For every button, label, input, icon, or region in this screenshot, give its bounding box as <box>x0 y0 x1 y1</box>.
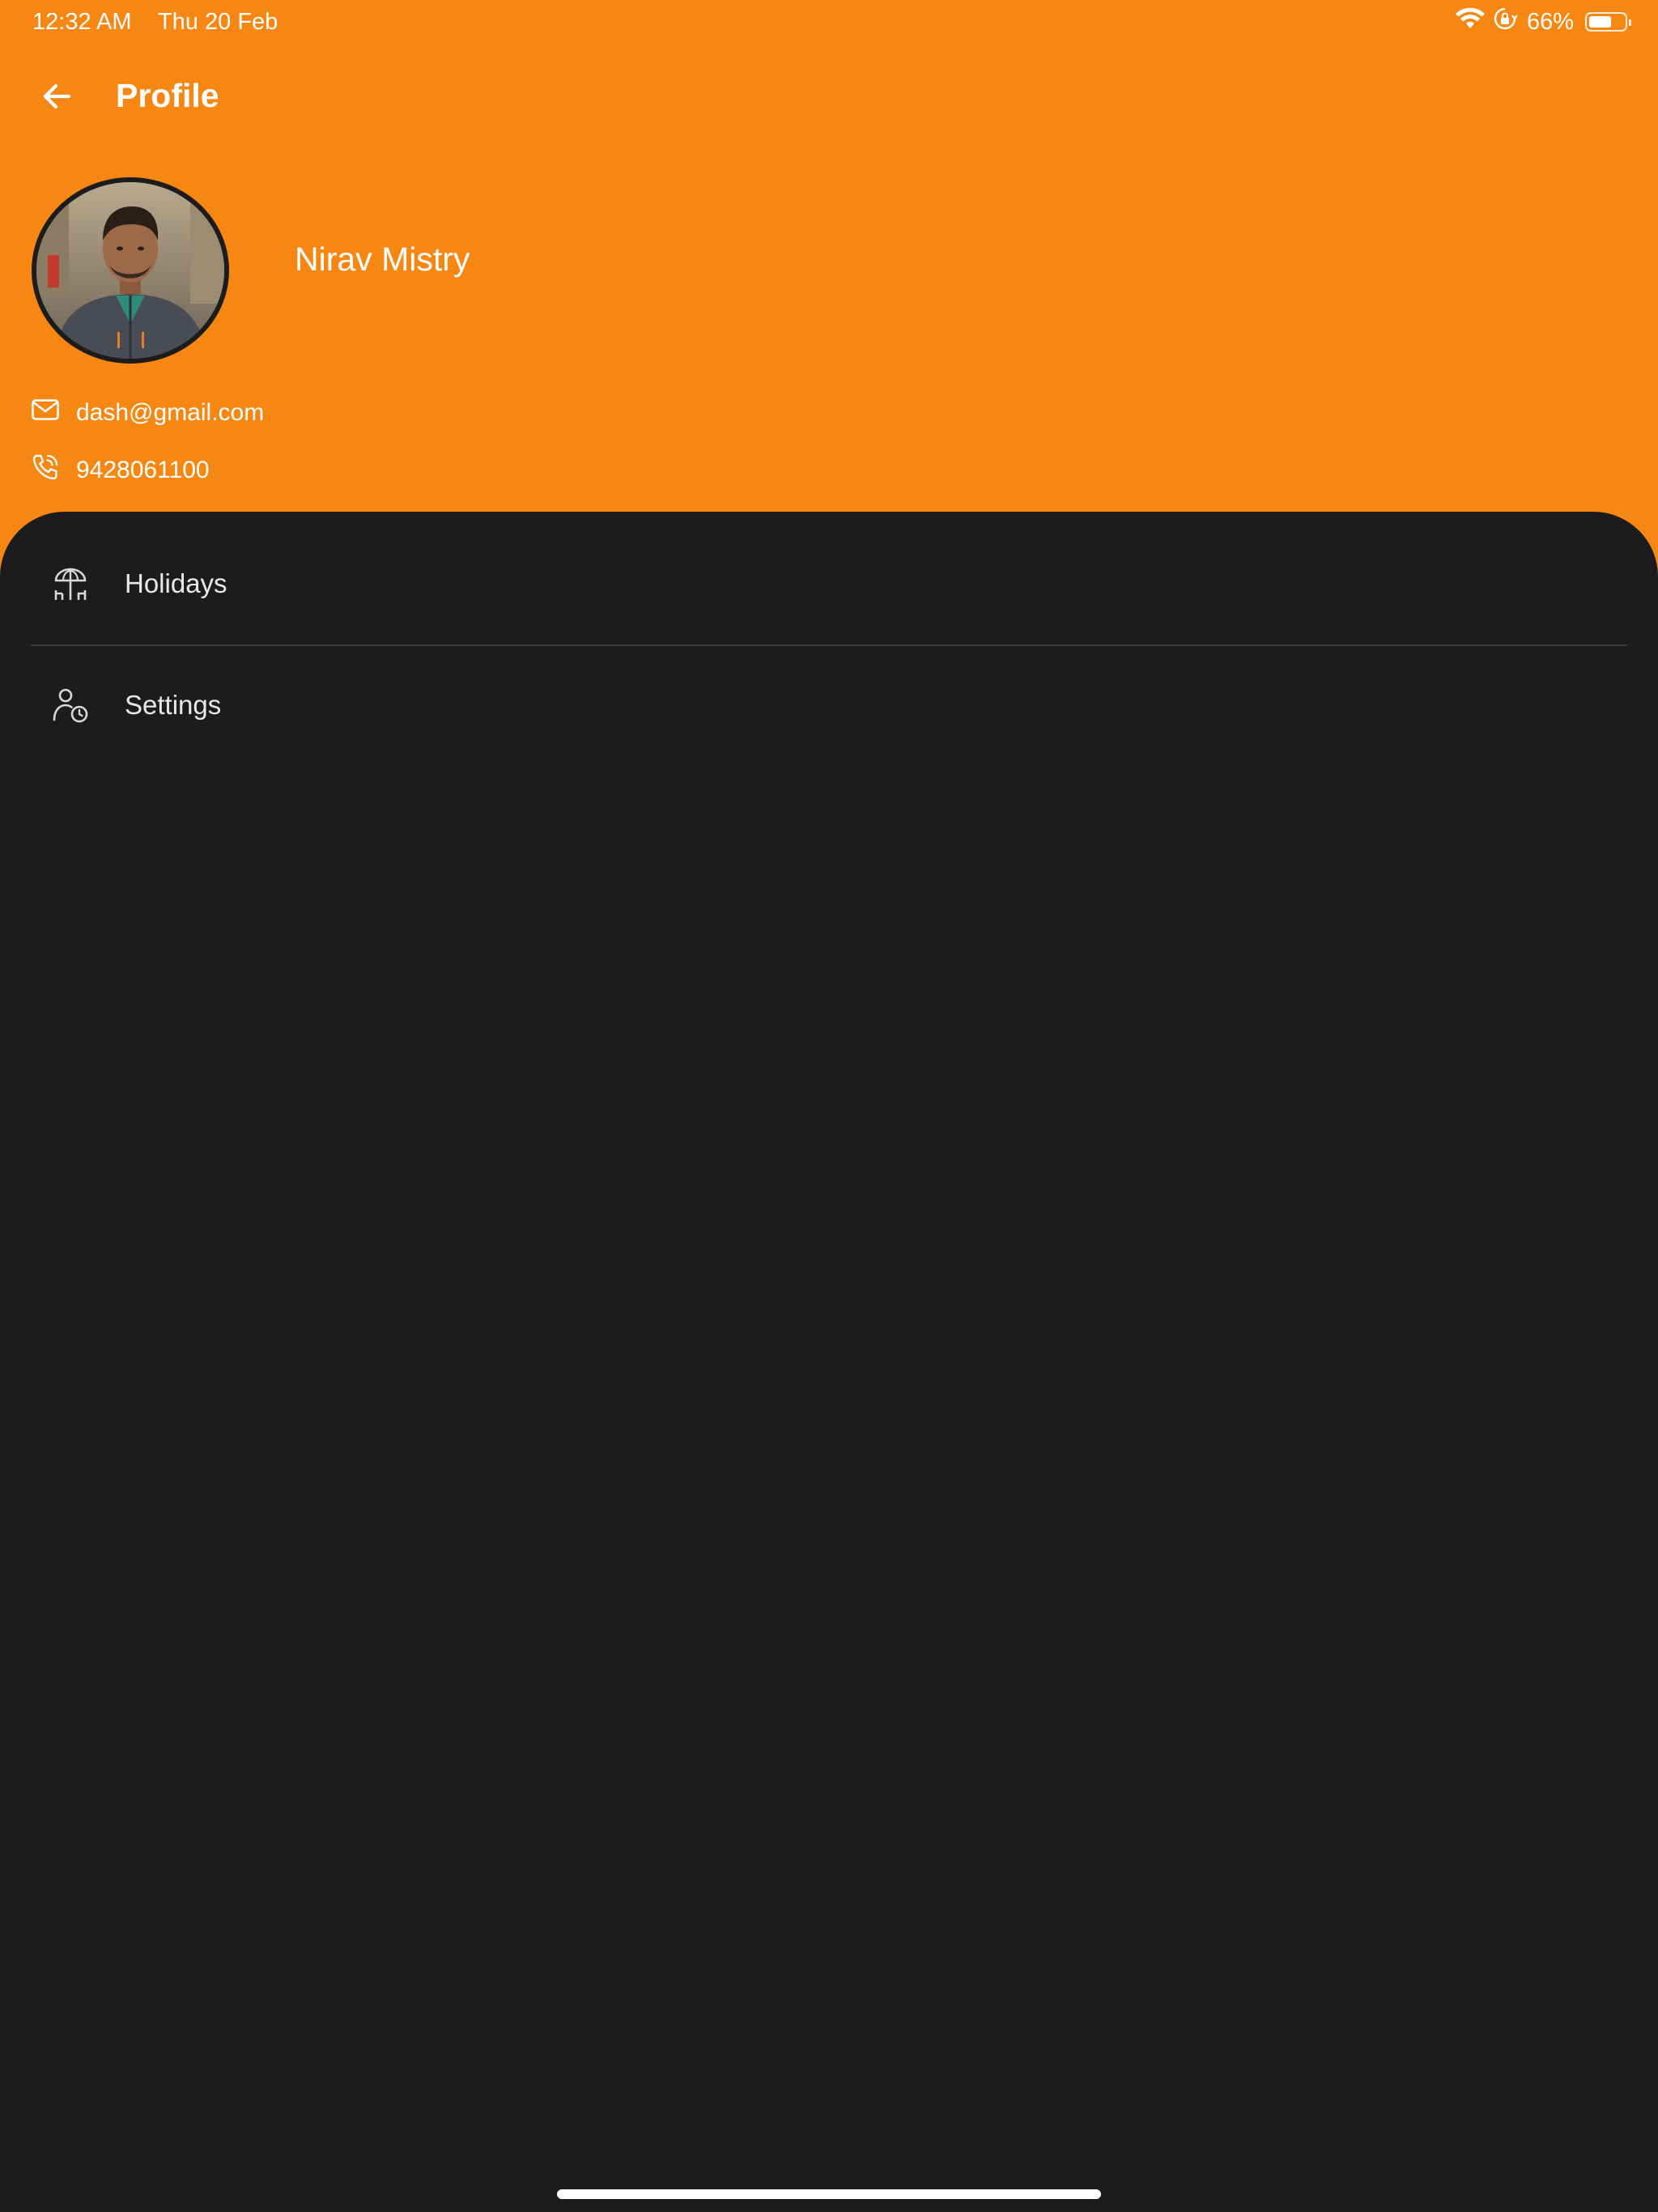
menu-divider <box>31 644 1627 646</box>
menu-label-holidays: Holidays <box>125 568 227 598</box>
wifi-icon <box>1455 7 1493 36</box>
phone-text: 9428061100 <box>76 457 210 483</box>
battery-percent: 66% <box>1526 8 1574 35</box>
status-bar: 12:32 AM Thu 20 Feb 66% <box>0 0 1658 45</box>
phone-row[interactable]: 9428061100 <box>31 453 210 488</box>
battery-level <box>1589 16 1612 28</box>
menu-item-holidays[interactable]: Holidays <box>31 539 1627 628</box>
page-title: Profile <box>116 77 219 114</box>
avatar[interactable] <box>32 177 229 364</box>
phone-icon <box>31 453 76 488</box>
battery-icon <box>1585 12 1631 32</box>
menu-sheet <box>0 512 1658 2212</box>
arrow-left-icon <box>40 79 74 117</box>
beach-umbrella-icon <box>50 564 91 604</box>
app-bar: Profile <box>0 65 1658 130</box>
status-date: Thu 20 Feb <box>158 9 278 35</box>
status-indicators: 66% <box>1455 6 1631 37</box>
rotation-lock-icon <box>1493 6 1527 37</box>
email-text: dash@gmail.com <box>76 399 265 426</box>
menu-item-settings[interactable]: Settings <box>31 661 1627 750</box>
profile-screen: 12:32 AM Thu 20 Feb 66% Profile Nirav Mi… <box>0 0 1658 2212</box>
home-indicator[interactable] <box>557 2189 1101 2199</box>
profile-name: Nirav Mistry <box>295 240 470 278</box>
mail-icon <box>31 395 76 431</box>
menu-label-settings: Settings <box>125 690 222 720</box>
user-clock-icon <box>50 685 91 725</box>
back-button[interactable] <box>29 76 84 120</box>
email-row[interactable]: dash@gmail.com <box>31 395 264 431</box>
status-time: 12:32 AM <box>32 9 132 35</box>
